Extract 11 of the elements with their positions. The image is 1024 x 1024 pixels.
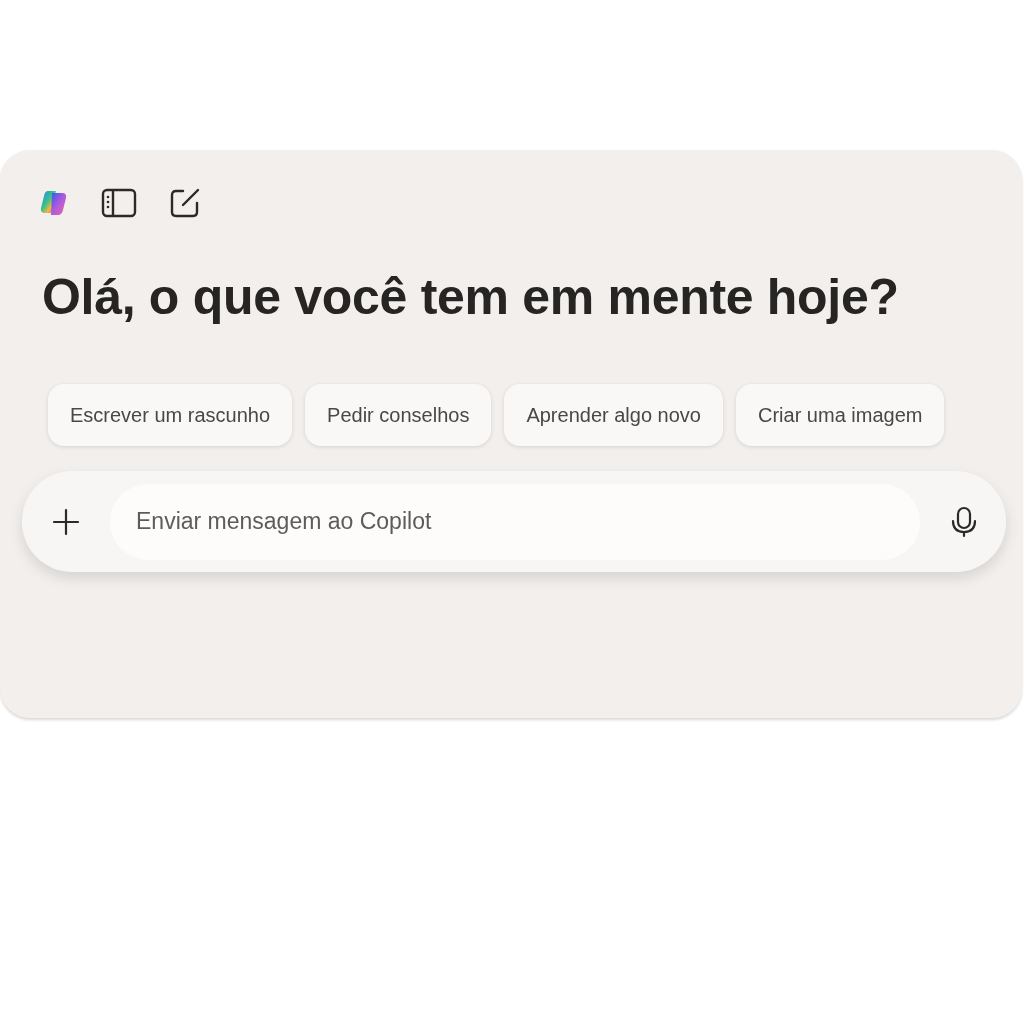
microphone-icon[interactable] (950, 505, 978, 538)
plus-icon[interactable] (52, 507, 80, 536)
greeting-heading: Olá, o que você tem em mente hoje? (42, 268, 900, 327)
suggestion-chip[interactable]: Escrever um rascunho (48, 384, 293, 446)
suggestion-chip[interactable]: Aprender algo novo (504, 384, 723, 446)
logo-icon[interactable] (39, 188, 69, 218)
sidebar-icon[interactable] (101, 188, 137, 218)
message-field[interactable]: Enviar mensagem ao Copilot (110, 483, 920, 560)
suggestion-chip[interactable]: Criar uma imagem (735, 384, 945, 446)
new-chat-icon[interactable] (169, 187, 201, 219)
suggestion-chip[interactable]: Pedir conselhos (305, 384, 492, 446)
